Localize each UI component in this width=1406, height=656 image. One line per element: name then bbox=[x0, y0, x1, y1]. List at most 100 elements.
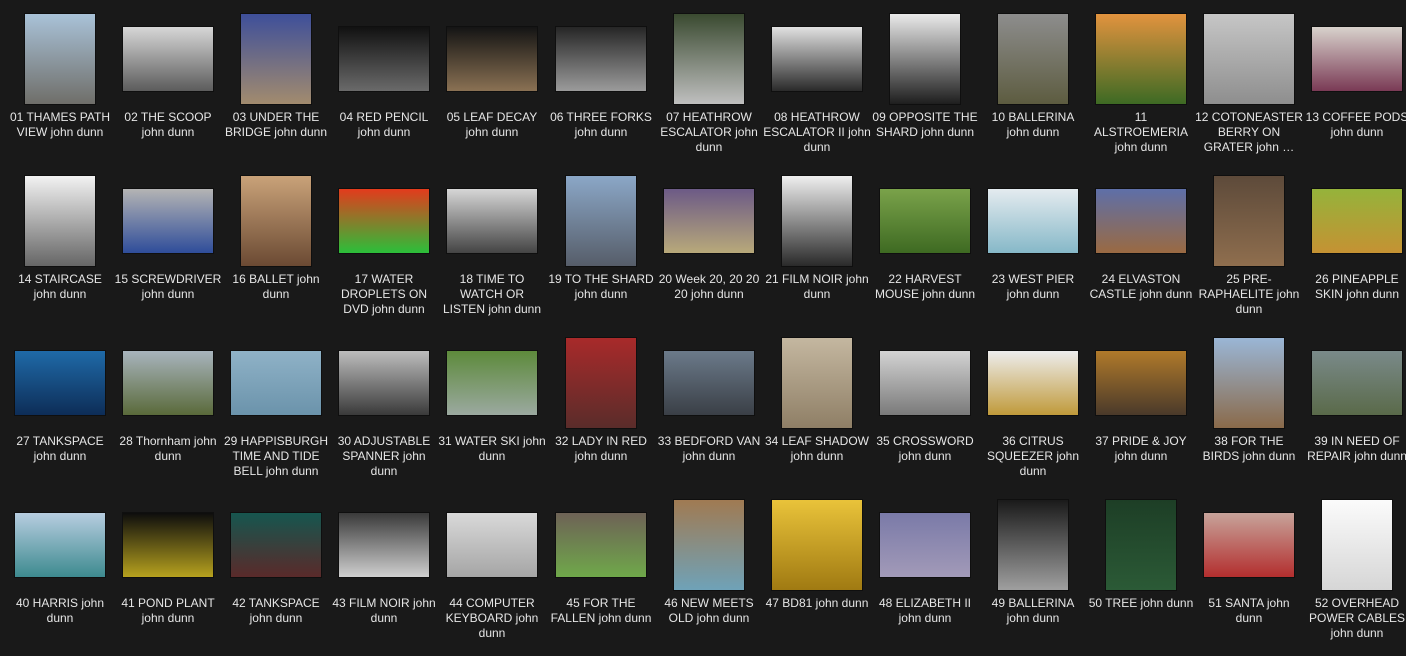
file-item[interactable]: 39 IN NEED OF REPAIR john dunn bbox=[1303, 334, 1406, 494]
image-thumbnail[interactable] bbox=[1312, 351, 1402, 415]
image-thumbnail[interactable] bbox=[231, 513, 321, 577]
file-item[interactable]: 21 FILM NOIR john dunn bbox=[763, 172, 871, 332]
file-item[interactable]: 24 ELVASTON CASTLE john dunn bbox=[1087, 172, 1195, 332]
image-thumbnail[interactable] bbox=[447, 27, 537, 91]
image-thumbnail[interactable] bbox=[447, 351, 537, 415]
image-thumbnail[interactable] bbox=[339, 351, 429, 415]
file-item[interactable]: 31 WATER SKI john dunn bbox=[438, 334, 546, 494]
file-item[interactable]: 33 BEDFORD VAN john dunn bbox=[655, 334, 763, 494]
image-thumbnail[interactable] bbox=[1204, 14, 1294, 104]
image-thumbnail[interactable] bbox=[123, 351, 213, 415]
image-thumbnail[interactable] bbox=[772, 27, 862, 91]
file-item[interactable]: 30 ADJUSTABLE SPANNER john dunn bbox=[330, 334, 438, 494]
file-item[interactable]: 35 CROSSWORD john dunn bbox=[871, 334, 979, 494]
file-item[interactable]: 47 BD81 john dunn bbox=[763, 496, 871, 656]
image-thumbnail[interactable] bbox=[998, 14, 1068, 104]
file-item[interactable]: 08 HEATHROW ESCALATOR II john dunn bbox=[763, 10, 871, 170]
file-item[interactable]: 05 LEAF DECAY john dunn bbox=[438, 10, 546, 170]
file-item[interactable]: 20 Week 20, 20 20 20 john dunn bbox=[655, 172, 763, 332]
file-item[interactable]: 46 NEW MEETS OLD john dunn bbox=[655, 496, 763, 656]
file-item[interactable]: 10 BALLERINA john dunn bbox=[979, 10, 1087, 170]
file-item[interactable]: 27 TANKSPACE john dunn bbox=[6, 334, 114, 494]
image-thumbnail[interactable] bbox=[782, 176, 852, 266]
image-thumbnail[interactable] bbox=[880, 513, 970, 577]
file-item[interactable]: 32 LADY IN RED john dunn bbox=[547, 334, 655, 494]
file-item[interactable]: 37 PRIDE & JOY john dunn bbox=[1087, 334, 1195, 494]
file-item[interactable]: 38 FOR THE BIRDS john dunn bbox=[1195, 334, 1303, 494]
file-item[interactable]: 13 COFFEE PODS john dunn bbox=[1303, 10, 1406, 170]
image-thumbnail[interactable] bbox=[890, 14, 960, 104]
file-item[interactable]: 23 WEST PIER john dunn bbox=[979, 172, 1087, 332]
image-thumbnail[interactable] bbox=[1214, 338, 1284, 428]
image-thumbnail[interactable] bbox=[15, 351, 105, 415]
image-thumbnail[interactable] bbox=[556, 27, 646, 91]
file-item[interactable]: 12 COTONEASTER BERRY ON GRATER john … bbox=[1195, 10, 1303, 170]
file-item[interactable]: 04 RED PENCIL john dunn bbox=[330, 10, 438, 170]
file-item[interactable]: 50 TREE john dunn bbox=[1087, 496, 1195, 656]
image-thumbnail[interactable] bbox=[1312, 27, 1402, 91]
image-thumbnail[interactable] bbox=[1214, 176, 1284, 266]
file-item[interactable]: 16 BALLET john dunn bbox=[222, 172, 330, 332]
image-thumbnail[interactable] bbox=[998, 500, 1068, 590]
image-thumbnail[interactable] bbox=[566, 176, 636, 266]
file-item[interactable]: 06 THREE FORKS john dunn bbox=[547, 10, 655, 170]
image-thumbnail[interactable] bbox=[241, 176, 311, 266]
image-thumbnail[interactable] bbox=[447, 513, 537, 577]
file-item[interactable]: 34 LEAF SHADOW john dunn bbox=[763, 334, 871, 494]
image-thumbnail[interactable] bbox=[1096, 351, 1186, 415]
file-item[interactable]: 15 SCREWDRIVER john dunn bbox=[114, 172, 222, 332]
image-thumbnail[interactable] bbox=[1312, 189, 1402, 253]
file-item[interactable]: 43 FILM NOIR john dunn bbox=[330, 496, 438, 656]
file-item[interactable]: 19 TO THE SHARD john dunn bbox=[547, 172, 655, 332]
image-thumbnail[interactable] bbox=[674, 14, 744, 104]
file-item[interactable]: 22 HARVEST MOUSE john dunn bbox=[871, 172, 979, 332]
image-thumbnail[interactable] bbox=[880, 189, 970, 253]
image-thumbnail[interactable] bbox=[556, 513, 646, 577]
file-item[interactable]: 01 THAMES PATH VIEW john dunn bbox=[6, 10, 114, 170]
file-item[interactable]: 25 PRE-RAPHAELITE john dunn bbox=[1195, 172, 1303, 332]
file-item[interactable]: 29 HAPPISBURGH TIME AND TIDE BELL john d… bbox=[222, 334, 330, 494]
file-item[interactable]: 41 POND PLANT john dunn bbox=[114, 496, 222, 656]
image-thumbnail[interactable] bbox=[664, 351, 754, 415]
image-thumbnail[interactable] bbox=[1322, 500, 1392, 590]
file-item[interactable]: 45 FOR THE FALLEN john dunn bbox=[547, 496, 655, 656]
image-thumbnail[interactable] bbox=[15, 513, 105, 577]
image-thumbnail[interactable] bbox=[123, 189, 213, 253]
image-thumbnail[interactable] bbox=[1204, 513, 1294, 577]
file-item[interactable]: 49 BALLERINA john dunn bbox=[979, 496, 1087, 656]
file-item[interactable]: 48 ELIZABETH II john dunn bbox=[871, 496, 979, 656]
file-item[interactable]: 51 SANTA john dunn bbox=[1195, 496, 1303, 656]
image-thumbnail[interactable] bbox=[674, 500, 744, 590]
image-thumbnail[interactable] bbox=[1096, 189, 1186, 253]
file-item[interactable]: 18 TIME TO WATCH OR LISTEN john dunn bbox=[438, 172, 546, 332]
image-thumbnail[interactable] bbox=[664, 189, 754, 253]
image-thumbnail[interactable] bbox=[25, 14, 95, 104]
image-thumbnail[interactable] bbox=[231, 351, 321, 415]
file-item[interactable]: 44 COMPUTER KEYBOARD john dunn bbox=[438, 496, 546, 656]
file-item[interactable]: 28 Thornham john dunn bbox=[114, 334, 222, 494]
image-thumbnail[interactable] bbox=[988, 189, 1078, 253]
file-item[interactable]: 03 UNDER THE BRIDGE john dunn bbox=[222, 10, 330, 170]
image-thumbnail[interactable] bbox=[339, 513, 429, 577]
image-thumbnail[interactable] bbox=[1096, 14, 1186, 104]
file-item[interactable]: 09 OPPOSITE THE SHARD john dunn bbox=[871, 10, 979, 170]
image-thumbnail[interactable] bbox=[25, 176, 95, 266]
file-item[interactable]: 52 OVERHEAD POWER CABLES john dunn bbox=[1303, 496, 1406, 656]
image-thumbnail[interactable] bbox=[988, 351, 1078, 415]
file-item[interactable]: 40 HARRIS john dunn bbox=[6, 496, 114, 656]
file-item[interactable]: 11 ALSTROEMERIA john dunn bbox=[1087, 10, 1195, 170]
file-item[interactable]: 36 CITRUS SQUEEZER john dunn bbox=[979, 334, 1087, 494]
image-thumbnail[interactable] bbox=[123, 27, 213, 91]
image-thumbnail[interactable] bbox=[339, 189, 429, 253]
file-item[interactable]: 42 TANKSPACE john dunn bbox=[222, 496, 330, 656]
image-thumbnail[interactable] bbox=[566, 338, 636, 428]
file-item[interactable]: 07 HEATHROW ESCALATOR john dunn bbox=[655, 10, 763, 170]
file-item[interactable]: 02 THE SCOOP john dunn bbox=[114, 10, 222, 170]
image-thumbnail[interactable] bbox=[782, 338, 852, 428]
image-thumbnail[interactable] bbox=[339, 27, 429, 91]
image-thumbnail[interactable] bbox=[123, 513, 213, 577]
image-thumbnail[interactable] bbox=[447, 189, 537, 253]
file-item[interactable]: 26 PINEAPPLE SKIN john dunn bbox=[1303, 172, 1406, 332]
file-item[interactable]: 17 WATER DROPLETS ON DVD john dunn bbox=[330, 172, 438, 332]
image-thumbnail[interactable] bbox=[880, 351, 970, 415]
